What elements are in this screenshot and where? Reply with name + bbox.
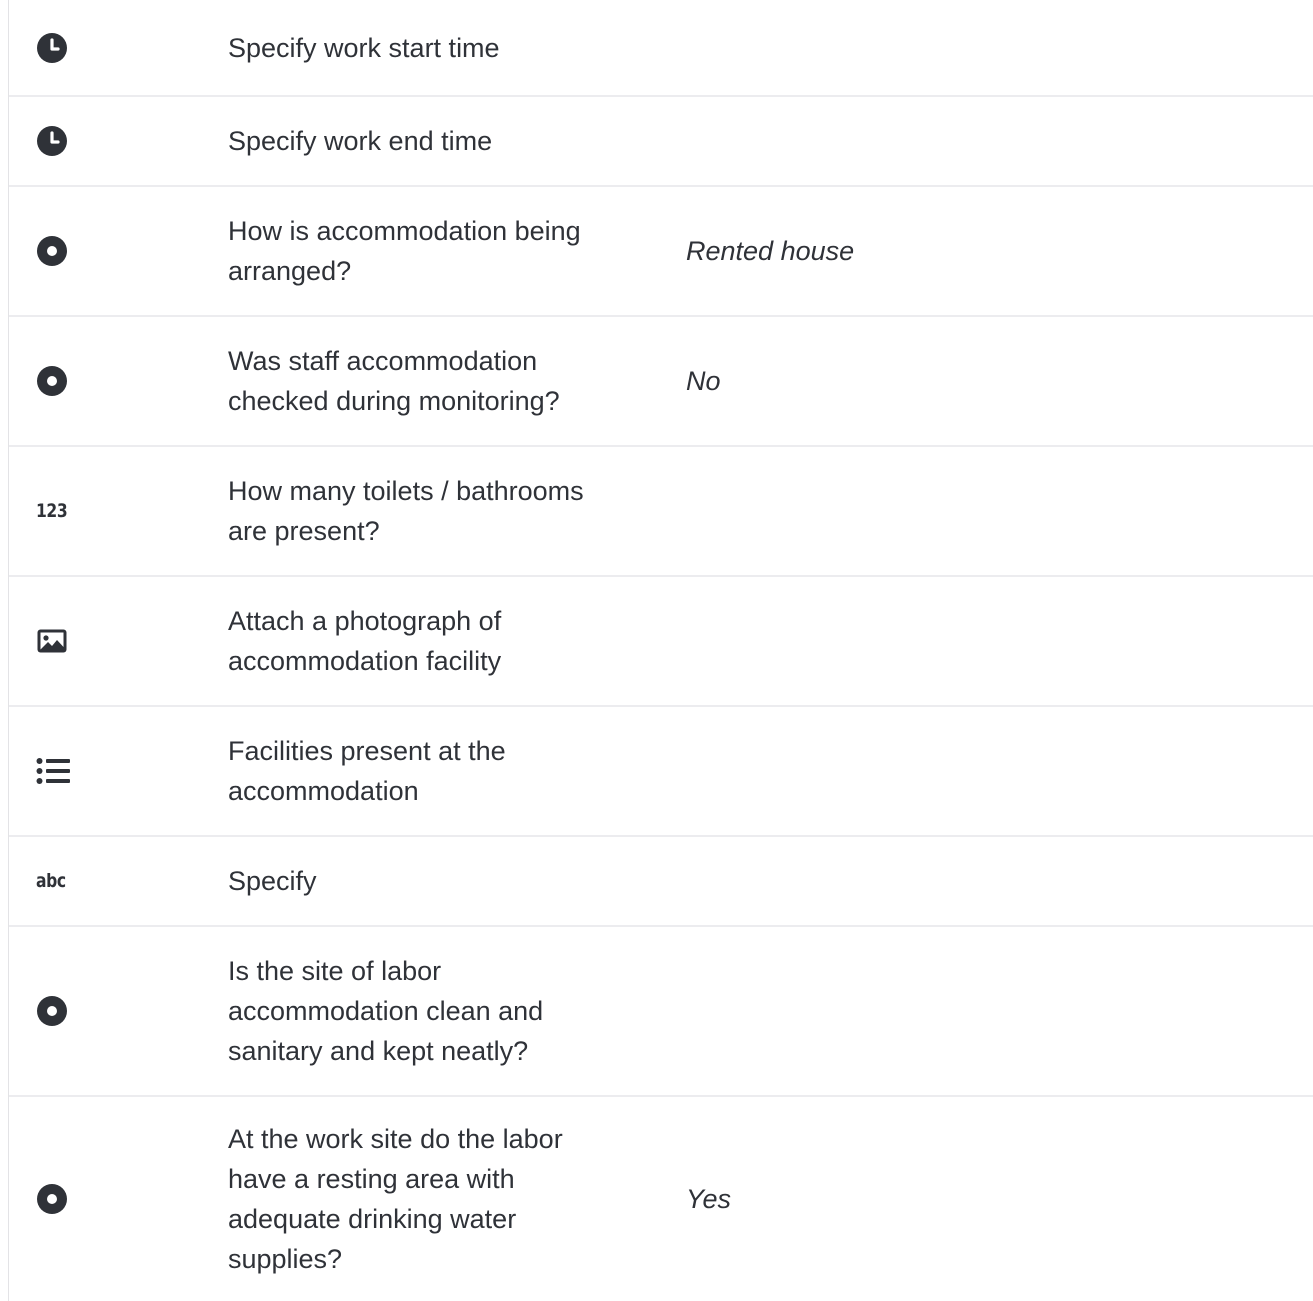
answer-value: No [686, 365, 721, 396]
table-row[interactable]: Was staff accommodation checked during m… [9, 317, 1313, 447]
question-label: Is the site of labor accommodation clean… [228, 956, 544, 1066]
clock-icon [36, 32, 68, 64]
table-row[interactable]: Facilities present at the accommodation [9, 707, 1313, 837]
table-row[interactable]: 123 How many toilets / bathrooms are pre… [9, 447, 1313, 577]
question-label: Attach a photograph of accommodation fac… [228, 606, 502, 676]
question-label: How many toilets / bathrooms are present… [228, 476, 584, 546]
question-label: Specify [228, 866, 317, 896]
radio-icon [36, 1183, 68, 1215]
radio-icon [36, 365, 68, 397]
question-table: Specify work start time Specify work end… [8, 0, 1313, 1301]
question-label: Was staff accommodation checked during m… [228, 346, 560, 416]
radio-icon [36, 995, 68, 1027]
answer-value: Yes [686, 1183, 732, 1214]
table-row[interactable]: Specify work start time [9, 0, 1313, 97]
list-icon [36, 757, 70, 785]
table-row[interactable]: At the work site do the labor have a res… [9, 1097, 1313, 1301]
question-label: Specify work end time [228, 126, 493, 156]
radio-icon [36, 235, 68, 267]
table-row[interactable]: Attach a photograph of accommodation fac… [9, 577, 1313, 707]
question-label: How is accommodation being arranged? [228, 216, 581, 286]
question-label: At the work site do the labor have a res… [228, 1124, 563, 1274]
clock-icon [36, 125, 68, 157]
table-row[interactable]: Specify work end time [9, 97, 1313, 187]
text-icon: abc [36, 870, 66, 892]
answer-value: Rented house [686, 235, 855, 266]
question-label: Facilities present at the accommodation [228, 736, 506, 806]
table-row[interactable]: Is the site of labor accommodation clean… [9, 927, 1313, 1097]
table-row[interactable]: abc Specify [9, 837, 1313, 927]
question-label: Specify work start time [228, 32, 500, 63]
number-icon: 123 [36, 500, 68, 522]
table-row[interactable]: How is accommodation being arranged? Ren… [9, 187, 1313, 317]
image-icon [36, 628, 68, 654]
